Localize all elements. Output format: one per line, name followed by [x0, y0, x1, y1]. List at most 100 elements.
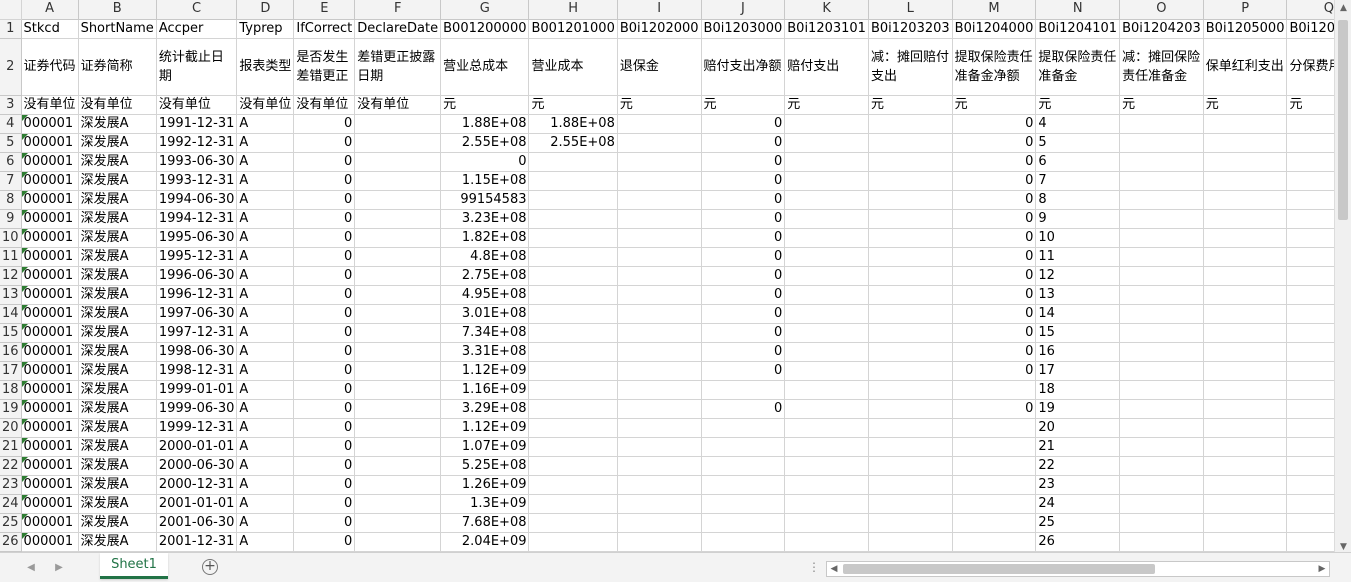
- cell-a[interactable]: 000001: [21, 475, 79, 495]
- cell-p[interactable]: [1203, 190, 1288, 210]
- cell-l[interactable]: [868, 532, 953, 552]
- cell-i[interactable]: [617, 532, 702, 552]
- cell-p2[interactable]: 保单红利支出: [1203, 38, 1288, 96]
- cell-h[interactable]: [528, 323, 618, 343]
- cell-d[interactable]: A: [236, 456, 295, 476]
- cell-b[interactable]: 深发展A: [78, 513, 157, 533]
- cell-c[interactable]: 1995-12-31: [156, 247, 238, 267]
- cell-f[interactable]: [354, 532, 442, 552]
- cell-b[interactable]: 深发展A: [78, 152, 157, 172]
- cell-i[interactable]: [617, 494, 702, 514]
- cell-p[interactable]: [1203, 342, 1288, 362]
- cell-e[interactable]: 0: [293, 266, 356, 286]
- row-header[interactable]: 7: [0, 171, 22, 191]
- cell-k[interactable]: [784, 532, 869, 552]
- cell-g[interactable]: 3.23E+08: [440, 209, 530, 229]
- cell-i[interactable]: [617, 437, 702, 457]
- cell-h[interactable]: [528, 304, 618, 324]
- cell-j[interactable]: 0: [701, 247, 786, 267]
- cell-b[interactable]: 深发展A: [78, 247, 157, 267]
- horizontal-scroll-thumb[interactable]: [843, 564, 1155, 574]
- cell-f[interactable]: [354, 228, 442, 248]
- cell-d[interactable]: A: [236, 190, 295, 210]
- cell-m[interactable]: 0: [952, 247, 1037, 267]
- cell-f[interactable]: [354, 285, 442, 305]
- cell-q[interactable]: [1286, 285, 1334, 305]
- cell-e[interactable]: 0: [293, 133, 356, 153]
- cell-k[interactable]: [784, 152, 869, 172]
- cell-f[interactable]: [354, 513, 442, 533]
- cell-o[interactable]: [1119, 114, 1204, 134]
- cell-a[interactable]: 000001: [21, 304, 79, 324]
- cell-g[interactable]: 2.04E+09: [440, 532, 530, 552]
- cell-e[interactable]: 0: [293, 456, 356, 476]
- cell-k[interactable]: [784, 266, 869, 286]
- cell-j[interactable]: [701, 513, 786, 533]
- cell-f[interactable]: [354, 266, 442, 286]
- cell-i[interactable]: [617, 304, 702, 324]
- cell-c[interactable]: 1991-12-31: [156, 114, 238, 134]
- cell-o[interactable]: [1119, 247, 1204, 267]
- cell-e[interactable]: 0: [293, 190, 356, 210]
- cell-g[interactable]: 1.82E+08: [440, 228, 530, 248]
- cell-n2[interactable]: 提取保险责任准备金: [1035, 38, 1121, 96]
- cell-c[interactable]: 1994-06-30: [156, 190, 238, 210]
- cell-q[interactable]: [1286, 342, 1334, 362]
- cell-i[interactable]: [617, 418, 702, 438]
- cell-l[interactable]: [868, 437, 953, 457]
- cell-g[interactable]: 2.55E+08: [440, 133, 530, 153]
- cell-o[interactable]: [1119, 361, 1204, 381]
- cell-i[interactable]: [617, 342, 702, 362]
- cell-a[interactable]: 000001: [21, 494, 79, 514]
- cell-d[interactable]: A: [236, 323, 295, 343]
- cell-q[interactable]: [1286, 228, 1334, 248]
- cell-e[interactable]: 0: [293, 532, 356, 552]
- cell-k[interactable]: [784, 133, 869, 153]
- cell-o[interactable]: [1119, 285, 1204, 305]
- cell-n3[interactable]: 元: [1035, 95, 1121, 115]
- cell-q[interactable]: [1286, 418, 1334, 438]
- next-sheet-icon[interactable]: ▶: [50, 559, 68, 577]
- cell-m[interactable]: [952, 456, 1037, 476]
- cell-e[interactable]: 0: [293, 399, 356, 419]
- cell-f[interactable]: [354, 152, 442, 172]
- cell-q[interactable]: [1286, 380, 1334, 400]
- row-header[interactable]: 8: [0, 190, 22, 210]
- cell-f2[interactable]: 差错更正披露日期: [354, 38, 442, 96]
- cell-l[interactable]: [868, 266, 953, 286]
- cell-n[interactable]: 16: [1035, 342, 1121, 362]
- row-header[interactable]: 14: [0, 304, 22, 324]
- cell-h[interactable]: [528, 475, 618, 495]
- cell-q[interactable]: [1286, 190, 1334, 210]
- cell-j[interactable]: [701, 437, 786, 457]
- cell-c[interactable]: 2000-01-01: [156, 437, 238, 457]
- cell-n[interactable]: 15: [1035, 323, 1121, 343]
- cell-j[interactable]: 0: [701, 209, 786, 229]
- cell-m[interactable]: 0: [952, 361, 1037, 381]
- cell-q[interactable]: [1286, 323, 1334, 343]
- cell-f[interactable]: [354, 247, 442, 267]
- cell-l[interactable]: [868, 342, 953, 362]
- cell-m[interactable]: 0: [952, 114, 1037, 134]
- cell-b[interactable]: 深发展A: [78, 456, 157, 476]
- sheet-tab-sheet1[interactable]: Sheet1: [100, 553, 168, 579]
- row-header[interactable]: 22: [0, 456, 22, 476]
- cell-b[interactable]: 深发展A: [78, 114, 157, 134]
- cell-a[interactable]: 000001: [21, 247, 79, 267]
- cell-c[interactable]: 2000-06-30: [156, 456, 238, 476]
- cell-n[interactable]: 17: [1035, 361, 1121, 381]
- cell-j[interactable]: 0: [701, 171, 786, 191]
- cell-k[interactable]: [784, 285, 869, 305]
- row-header[interactable]: 13: [0, 285, 22, 305]
- prev-sheet-icon[interactable]: ◀: [22, 559, 40, 577]
- cell-c3[interactable]: 没有单位: [156, 95, 238, 115]
- cell-o[interactable]: [1119, 437, 1204, 457]
- cell-j[interactable]: 0: [701, 361, 786, 381]
- cell-k2[interactable]: 赔付支出: [784, 38, 869, 96]
- cell-o[interactable]: [1119, 304, 1204, 324]
- cell-p[interactable]: [1203, 152, 1288, 172]
- cell-o[interactable]: [1119, 133, 1204, 153]
- cell-q[interactable]: [1286, 209, 1334, 229]
- cell-g[interactable]: 0: [440, 152, 530, 172]
- cell-m[interactable]: [952, 475, 1037, 495]
